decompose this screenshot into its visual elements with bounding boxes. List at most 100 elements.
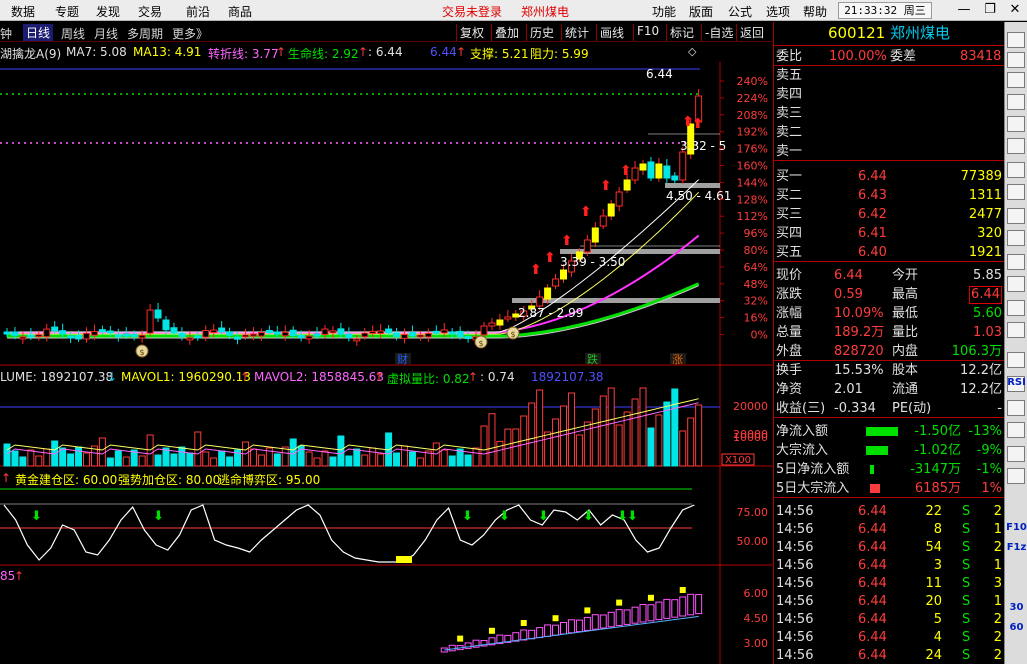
- candle-body: [257, 331, 265, 337]
- price-zone-bar: [512, 298, 720, 303]
- period-multi[interactable]: 多周期: [127, 25, 163, 42]
- buy-level-label: 买四: [776, 226, 803, 241]
- tool-icon[interactable]: [1007, 208, 1025, 224]
- tool-icon[interactable]: [1007, 162, 1025, 178]
- order-ratio-label: 委比: [776, 49, 803, 64]
- toolbar-label[interactable]: RSI: [1006, 377, 1027, 388]
- tool-icon[interactable]: [1007, 230, 1025, 246]
- tool-icon[interactable]: [1007, 184, 1025, 200]
- zone-label: 3.32 - 5: [680, 139, 726, 153]
- tick-price: 6.44: [858, 504, 887, 519]
- tool-icon[interactable]: [1007, 254, 1025, 270]
- flow-row: 净流入额 -1.50亿 -13%: [774, 422, 1005, 441]
- tick-price: 6.44: [858, 612, 887, 627]
- menu-layout[interactable]: 版面: [689, 3, 713, 20]
- menu-trade[interactable]: 交易: [138, 3, 162, 20]
- volume-unit-label: X100: [725, 455, 751, 466]
- buy-signal-icon: ⬆: [620, 163, 632, 179]
- toolbar-label[interactable]: F1z: [1006, 542, 1027, 553]
- trade-login-status[interactable]: 交易未登录: [442, 3, 502, 20]
- macd-bar: [671, 599, 679, 618]
- toolbar-label[interactable]: 60: [1006, 622, 1027, 633]
- tool-icon[interactable]: [1007, 52, 1025, 68]
- candle-body: [170, 327, 178, 334]
- mark-button[interactable]: 标记: [666, 24, 697, 41]
- volume-bar: [3, 443, 11, 467]
- remove-watchlist-button[interactable]: -自选: [701, 24, 736, 41]
- stat-label: 流通: [892, 382, 919, 397]
- stats-button[interactable]: 统计: [561, 24, 592, 41]
- stat-label: 现价: [776, 268, 803, 283]
- stat-value: 5.85: [973, 268, 1002, 283]
- menu-commodity[interactable]: 商品: [228, 3, 252, 20]
- tool-icon[interactable]: [1007, 116, 1025, 132]
- volume-extra-value-2: 1892107.38: [531, 370, 604, 384]
- rights-adjust-button[interactable]: 复权: [456, 24, 487, 41]
- support-value: 支撑: 5.21: [470, 47, 529, 61]
- menu-options[interactable]: 选项: [766, 3, 790, 20]
- volume-bar: [313, 457, 321, 467]
- tool-icon[interactable]: [1007, 322, 1025, 338]
- period-daily[interactable]: 日线: [23, 24, 54, 41]
- menu-function[interactable]: 功能: [652, 3, 676, 20]
- volume-ratio-value: 虚拟量比: 0.82: [387, 372, 470, 386]
- menu-frontier[interactable]: 前沿: [186, 3, 210, 20]
- toolbar-label[interactable]: F10: [1006, 522, 1027, 533]
- history-button[interactable]: 历史: [526, 24, 557, 41]
- menu-formula[interactable]: 公式: [728, 3, 752, 20]
- tool-icon[interactable]: [1007, 32, 1025, 48]
- period-minute[interactable]: 分钟: [0, 25, 12, 42]
- minimize-icon[interactable]: —: [953, 0, 975, 20]
- macd-value: 85: [0, 569, 16, 583]
- stat-value: 15.53%: [834, 363, 884, 378]
- menu-topic[interactable]: 专题: [55, 3, 79, 20]
- macd-mark: [552, 615, 559, 622]
- tool-icon[interactable]: [1007, 352, 1025, 368]
- tool-icon[interactable]: [1007, 446, 1025, 462]
- volume-bar: [448, 455, 456, 467]
- menu-data[interactable]: 数据: [11, 3, 35, 20]
- tool-icon[interactable]: [1007, 300, 1025, 316]
- tool-icon[interactable]: [1007, 138, 1025, 154]
- period-weekly[interactable]: 周线: [61, 25, 85, 42]
- toolbar-label[interactable]: 30: [1006, 602, 1027, 613]
- tool-icon[interactable]: [1007, 468, 1025, 484]
- close-icon[interactable]: ✕: [1004, 0, 1026, 20]
- volume-bar: [305, 451, 313, 467]
- tool-icon[interactable]: [1007, 72, 1025, 88]
- tool-icon[interactable]: [1007, 276, 1025, 292]
- candle-body: [663, 165, 671, 179]
- tool-icon[interactable]: [1007, 94, 1025, 110]
- volume-bar: [210, 457, 218, 467]
- buy-row: 买五 6.40 1921: [774, 243, 1005, 262]
- volume-bar: [393, 452, 401, 467]
- f10-button[interactable]: F10: [633, 24, 662, 41]
- stat-value: 6.44: [834, 268, 863, 283]
- down-arrow-icon: ↓: [107, 370, 118, 384]
- price-axis-label: 32%: [744, 295, 768, 308]
- menu-help[interactable]: 帮助: [803, 3, 827, 20]
- indicator-name[interactable]: 湖擒龙A(9): [0, 45, 61, 62]
- menu-discover[interactable]: 发现: [96, 3, 120, 20]
- period-more[interactable]: 更多》: [172, 25, 208, 42]
- tool-icon[interactable]: [1007, 400, 1025, 416]
- draw-button[interactable]: 画线: [596, 24, 627, 41]
- candle-body: [607, 203, 615, 217]
- volume-axis-label: 20000: [733, 400, 768, 413]
- period-monthly[interactable]: 月线: [94, 25, 118, 42]
- tool-icon[interactable]: [1007, 422, 1025, 438]
- kline-chart[interactable]: ⬆⬆⬆⬆⬆⬆⬆⬆$$$6.443.32 - 54.50 - 4.613.39 -…: [0, 62, 772, 664]
- volume-bars: [3, 387, 703, 467]
- volume-bar: [695, 404, 703, 467]
- tick-side: S: [962, 576, 971, 591]
- zone-label: 2.87 - 2.99: [518, 306, 583, 320]
- restore-icon[interactable]: ❐: [979, 0, 1001, 20]
- zone-label: 4.50 - 4.61: [666, 189, 731, 203]
- sell-row: 卖五: [774, 66, 1005, 85]
- candle-body: [416, 334, 424, 338]
- tick-side: S: [962, 612, 971, 627]
- back-button[interactable]: 返回: [736, 24, 767, 41]
- overlay-button[interactable]: 叠加: [491, 24, 522, 41]
- stat-value: 189.2万: [834, 325, 885, 340]
- candle-body: [369, 330, 377, 334]
